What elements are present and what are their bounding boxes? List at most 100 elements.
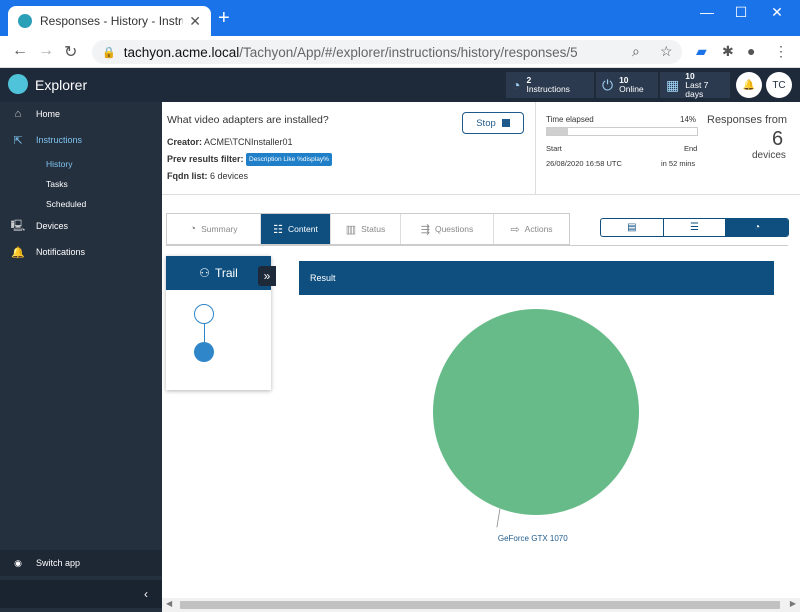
scroll-thumb[interactable] — [180, 601, 780, 609]
gauge-icon: ◔ — [512, 76, 521, 93]
instructions-stat[interactable]: ◔ 2 Instructions — [506, 72, 594, 98]
tab-bar: ◔ Summary ☷ Content ▥ Status ⇶ Questions ⇨ Ac… — [166, 213, 570, 245]
search-list-icon: ☷ — [273, 223, 284, 236]
back-icon[interactable]: ← — [12, 42, 28, 60]
menu-kebab-icon[interactable]: ⋮ — [774, 43, 788, 60]
home-icon: ⌂ — [14, 108, 22, 120]
tab-questions[interactable]: ⇶ Questions — [401, 214, 494, 244]
close-tab-icon[interactable]: ✕ — [189, 13, 201, 30]
trail-connector — [203, 324, 205, 342]
zoom-icon[interactable]: ⌕ — [632, 43, 640, 60]
online-label: Online — [619, 84, 644, 94]
end-label: End — [684, 144, 698, 153]
main-content: What video adapters are installed? Creat… — [162, 102, 800, 612]
table-view-icon[interactable]: ▤ — [601, 219, 664, 236]
bookmark-star-icon[interactable]: ☆ — [660, 43, 673, 60]
sidebar-item-devices[interactable]: 🖳 Devices — [0, 214, 162, 238]
devices-icon: 🖳 — [10, 219, 26, 232]
stop-label: Stop — [476, 117, 496, 129]
result-header: Result — [299, 261, 774, 295]
creator-row: Creator: ACME\TCNInstaller01 — [167, 137, 293, 147]
list-view-icon[interactable]: ☰ — [664, 219, 727, 236]
view-toggle: ▤ ☰ ◔ — [600, 218, 789, 237]
online-stat[interactable]: ⏻ 10 Online — [596, 72, 658, 98]
horizontal-scrollbar[interactable]: ◀ ▶ — [162, 598, 800, 612]
sidebar-item-home[interactable]: ⌂ Home — [0, 102, 162, 126]
url-field[interactable]: 🔒 tachyon.acme.local/Tachyon/App/#/explo… — [92, 40, 682, 64]
trail-header: ⚇ Trail — [166, 256, 271, 290]
sidebar-item-label: Home — [36, 109, 61, 119]
responses-devices-label: devices — [752, 150, 786, 161]
tab-actions[interactable]: ⇨ Actions — [494, 214, 569, 244]
sidebar-subitem-tasks[interactable]: Tasks — [46, 179, 68, 189]
header-divider — [162, 194, 800, 195]
profile-icon[interactable]: ● — [747, 43, 755, 59]
sidebar-item-notifications[interactable]: 🔔 Notifications — [0, 240, 162, 264]
trail-node-1[interactable] — [194, 304, 214, 324]
tab-label: Status — [361, 224, 386, 234]
filter-row: Prev results filter: Description Like %d… — [167, 153, 332, 166]
fqdn-label: Fqdn list: — [167, 171, 208, 181]
filter-label: Prev results filter: — [167, 153, 244, 164]
window-close-icon[interactable]: ✕ — [762, 4, 792, 21]
calendar-icon: ▦ — [666, 76, 680, 93]
pie-leader-line — [496, 508, 501, 528]
sidebar-item-label: Instructions — [36, 135, 83, 145]
tab-content[interactable]: ☷ Content — [261, 214, 331, 244]
tab-label: Summary — [201, 224, 238, 234]
lock-icon: 🔒 — [102, 46, 116, 59]
switch-app-label: Switch app — [36, 558, 81, 568]
switch-app-icon: ◉ — [14, 557, 22, 568]
time-elapsed-progress — [546, 127, 698, 136]
fqdn-row: Fqdn list: 6 devices — [167, 171, 248, 181]
chat-extension-icon[interactable]: ▰ — [696, 43, 707, 60]
avatar[interactable]: TC — [766, 72, 792, 98]
app-topbar: Explorer ◔ 2 Instructions ⏻ 10 Online ▦ 10… — [0, 68, 800, 102]
forward-icon[interactable]: → — [38, 42, 54, 60]
scroll-right-icon[interactable]: ▶ — [790, 599, 796, 608]
sidebar-item-instructions[interactable]: ⇱ Instructions — [0, 128, 162, 152]
minimize-icon[interactable]: — — [692, 4, 722, 20]
trail-node-2[interactable] — [194, 342, 214, 362]
switch-app-button[interactable]: ◉ Switch app — [0, 550, 162, 576]
stop-square-icon — [501, 119, 510, 127]
questions-icon: ⇶ — [420, 223, 430, 236]
stop-button[interactable]: Stop — [462, 112, 524, 134]
sidebar-subitem-scheduled[interactable]: Scheduled — [46, 199, 86, 209]
trail-title: Trail — [214, 266, 238, 280]
bar-chart-icon: ▥ — [345, 223, 357, 236]
notifications-bell-icon[interactable]: 🔔 — [736, 72, 762, 98]
app-name: Explorer — [35, 77, 88, 93]
new-tab-icon[interactable]: + — [218, 8, 230, 28]
end-value: in 52 mins — [661, 159, 696, 168]
creator-value: ACME\TCNInstaller01 — [204, 137, 293, 147]
tachyon-logo-icon — [8, 74, 28, 94]
tachyon-favicon-icon — [18, 14, 32, 28]
reload-icon[interactable]: ↻ — [64, 42, 77, 62]
tab-label: Content — [288, 224, 318, 234]
fqdn-value: 6 devices — [210, 171, 249, 181]
creator-label: Creator: — [167, 137, 203, 147]
tab-status[interactable]: ▥ Status — [331, 214, 401, 244]
sidebar-item-label: Devices — [36, 221, 69, 231]
puzzle-extension-icon[interactable]: ✱ — [722, 43, 734, 60]
maximize-icon[interactable]: ☐ — [726, 4, 756, 21]
chart-view-icon[interactable]: ◔ — [726, 219, 788, 236]
last7-label: Last 7 days — [685, 79, 709, 99]
pie-slice[interactable] — [433, 309, 639, 515]
browser-tab-strip: Responses - History - Instructions ✕ + —… — [0, 0, 800, 36]
pie-slice-label: GeForce GTX 1070 — [498, 534, 568, 543]
sidebar: ⌂ Home ⇱ Instructions History Tasks Sche… — [0, 102, 162, 612]
tab-summary[interactable]: ◔ Summary — [167, 214, 261, 244]
last7-stat[interactable]: ▦ 10 Last 7 days — [660, 71, 730, 99]
expand-trail-icon[interactable]: » — [258, 266, 276, 286]
time-elapsed-label: Time elapsed — [546, 115, 594, 124]
progress-fill — [547, 128, 568, 135]
browser-tab[interactable]: Responses - History - Instructions ✕ — [8, 6, 211, 36]
sidebar-subitem-history[interactable]: History — [46, 159, 72, 169]
trail-panel: ⚇ Trail » — [166, 256, 276, 390]
tab-underline — [166, 245, 788, 246]
collapse-sidebar-icon[interactable]: ‹ — [0, 580, 162, 608]
tab-label: Questions — [434, 224, 474, 234]
scroll-left-icon[interactable]: ◀ — [166, 599, 172, 608]
